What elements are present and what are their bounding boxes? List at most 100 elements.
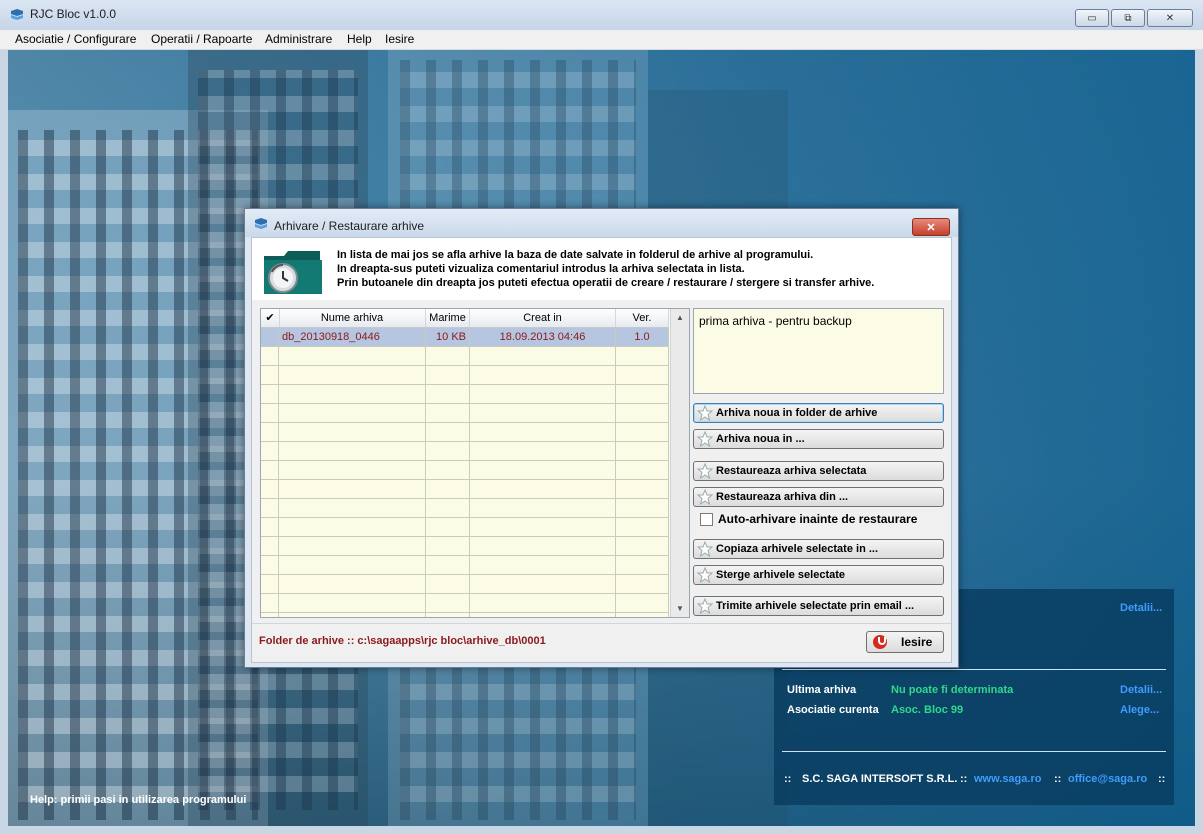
table-scrollbar[interactable]: ▲ ▼ <box>670 309 689 617</box>
copy-selected-button[interactable]: Copiaza arhivele selectate in ... <box>693 539 944 559</box>
empty-cell <box>261 347 279 365</box>
email-selected-button[interactable]: Trimite arhivele selectate prin email ..… <box>693 596 944 616</box>
menu-administrare[interactable]: Administrare <box>265 32 332 46</box>
col-marime[interactable]: Marime <box>426 309 470 327</box>
last-archive-details-link[interactable]: Detalii... <box>1120 684 1162 696</box>
empty-cell <box>616 499 669 517</box>
menu-iesire[interactable]: Iesire <box>385 32 414 46</box>
empty-cell <box>616 480 669 498</box>
restore-selected-button[interactable]: Restaureaza arhiva selectata <box>693 461 944 481</box>
table-row-empty <box>261 480 669 499</box>
empty-cell <box>470 594 616 612</box>
row-checkbox-cell[interactable] <box>261 328 279 346</box>
empty-cell <box>279 556 426 574</box>
empty-cell <box>616 347 669 365</box>
archive-dialog: Arhivare / Restaurare arhive ✕ In lista … <box>244 208 959 668</box>
empty-cell <box>616 537 669 555</box>
star-icon <box>697 405 713 421</box>
dialog-body: In lista de mai jos se afla arhive la ba… <box>251 237 952 663</box>
close-button[interactable]: ✕ <box>1147 9 1193 27</box>
footer-separator: :: <box>784 773 792 785</box>
dialog-footer-divider <box>252 623 951 624</box>
empty-cell <box>279 594 426 612</box>
table-row-empty <box>261 537 669 556</box>
website-link[interactable]: www.saga.ro <box>974 773 1041 785</box>
cell-size: 10 KB <box>426 328 470 346</box>
exit-button[interactable]: Iesire <box>866 631 944 653</box>
empty-cell <box>470 385 616 403</box>
empty-cell <box>616 366 669 384</box>
menu-operatii-rapoarte[interactable]: Operatii / Rapoarte <box>151 32 252 46</box>
last-archive-value: Nu poate fi determinata <box>891 684 1014 696</box>
empty-cell <box>261 366 279 384</box>
table-row-empty <box>261 385 669 404</box>
empty-cell <box>616 404 669 422</box>
col-ver[interactable]: Ver. <box>616 309 669 327</box>
dialog-app-icon <box>255 218 267 229</box>
archive-comment: prima arhiva - pentru backup <box>693 308 944 394</box>
star-icon <box>697 541 713 557</box>
dialog-header: In lista de mai jos se afla arhive la ba… <box>252 238 951 300</box>
menu-help[interactable]: Help <box>347 32 372 46</box>
col-creat-in[interactable]: Creat in <box>470 309 616 327</box>
auto-archive-option[interactable]: Auto-arhivare inainte de restaurare <box>700 512 917 526</box>
table-row-empty <box>261 366 669 385</box>
restore-button[interactable]: ⧉ <box>1111 9 1145 27</box>
empty-cell <box>616 556 669 574</box>
empty-cell <box>616 518 669 536</box>
empty-cell <box>616 385 669 403</box>
restore-from-button[interactable]: Restaureaza arhiva din ... <box>693 487 944 507</box>
table-row-empty <box>261 499 669 518</box>
new-archive-in-button[interactable]: Arhiva noua in ... <box>693 429 944 449</box>
empty-cell <box>279 499 426 517</box>
last-archive-label: Ultima arhiva <box>787 684 857 696</box>
intro-line-1: In lista de mai jos se afla arhive la ba… <box>337 249 814 261</box>
empty-cell <box>426 423 470 441</box>
empty-cell <box>426 613 470 617</box>
table-row-empty <box>261 347 669 366</box>
minimize-icon: ▭ <box>1087 12 1097 24</box>
email-selected-label: Trimite arhivele selectate prin email ..… <box>716 600 915 612</box>
table-row-empty <box>261 442 669 461</box>
email-link[interactable]: office@saga.ro <box>1068 773 1147 785</box>
empty-cell <box>279 480 426 498</box>
scroll-down-icon[interactable]: ▼ <box>671 600 689 617</box>
archive-folder-path: Folder de arhive :: c:\sagaapps\rjc bloc… <box>259 635 546 647</box>
star-icon <box>697 567 713 583</box>
auto-archive-checkbox[interactable] <box>700 512 713 526</box>
empty-cell <box>426 594 470 612</box>
footer-separator: :: <box>960 773 968 785</box>
empty-cell <box>426 575 470 593</box>
empty-cell <box>279 518 426 536</box>
table-row[interactable]: db_20130918_0446 10 KB 18.09.2013 04:46 … <box>261 328 669 347</box>
details-link-top[interactable]: Detalii... <box>1120 602 1162 614</box>
delete-selected-button[interactable]: Sterge arhivele selectate <box>693 565 944 585</box>
dialog-titlebar[interactable]: Arhivare / Restaurare arhive ✕ <box>245 209 958 237</box>
minimize-button[interactable]: ▭ <box>1075 9 1109 27</box>
table-header: ✔ Nume arhiva Marime Creat in Ver. <box>261 309 669 328</box>
col-nume-arhiva[interactable]: Nume arhiva <box>279 309 426 327</box>
empty-cell <box>470 404 616 422</box>
choose-assoc-link[interactable]: Alege... <box>1120 704 1159 716</box>
empty-cell <box>261 442 279 460</box>
help-link[interactable]: Help: primii pasi in utilizarea programu… <box>30 794 246 806</box>
new-archive-folder-button[interactable]: Arhiva noua in folder de arhive <box>693 403 944 423</box>
menu-bar: Asociatie / Configurare Operatii / Rapoa… <box>0 30 1203 50</box>
table-row-empty <box>261 423 669 442</box>
dialog-close-button[interactable]: ✕ <box>912 218 950 236</box>
empty-cell <box>426 537 470 555</box>
table-row-empty <box>261 575 669 594</box>
archive-table: ✔ Nume arhiva Marime Creat in Ver. db_20… <box>260 308 690 618</box>
select-all-column[interactable]: ✔ <box>261 309 280 327</box>
scroll-up-icon[interactable]: ▲ <box>671 309 689 326</box>
menu-asociatie-configurare[interactable]: Asociatie / Configurare <box>15 32 136 46</box>
table-row-empty <box>261 404 669 423</box>
empty-cell <box>616 423 669 441</box>
empty-cell <box>616 594 669 612</box>
empty-cell <box>261 575 279 593</box>
intro-line-3: Prin butoanele din dreapta jos puteti ef… <box>337 277 875 289</box>
empty-cell <box>426 480 470 498</box>
empty-cell <box>261 461 279 479</box>
empty-cell <box>279 537 426 555</box>
power-icon <box>873 635 887 649</box>
